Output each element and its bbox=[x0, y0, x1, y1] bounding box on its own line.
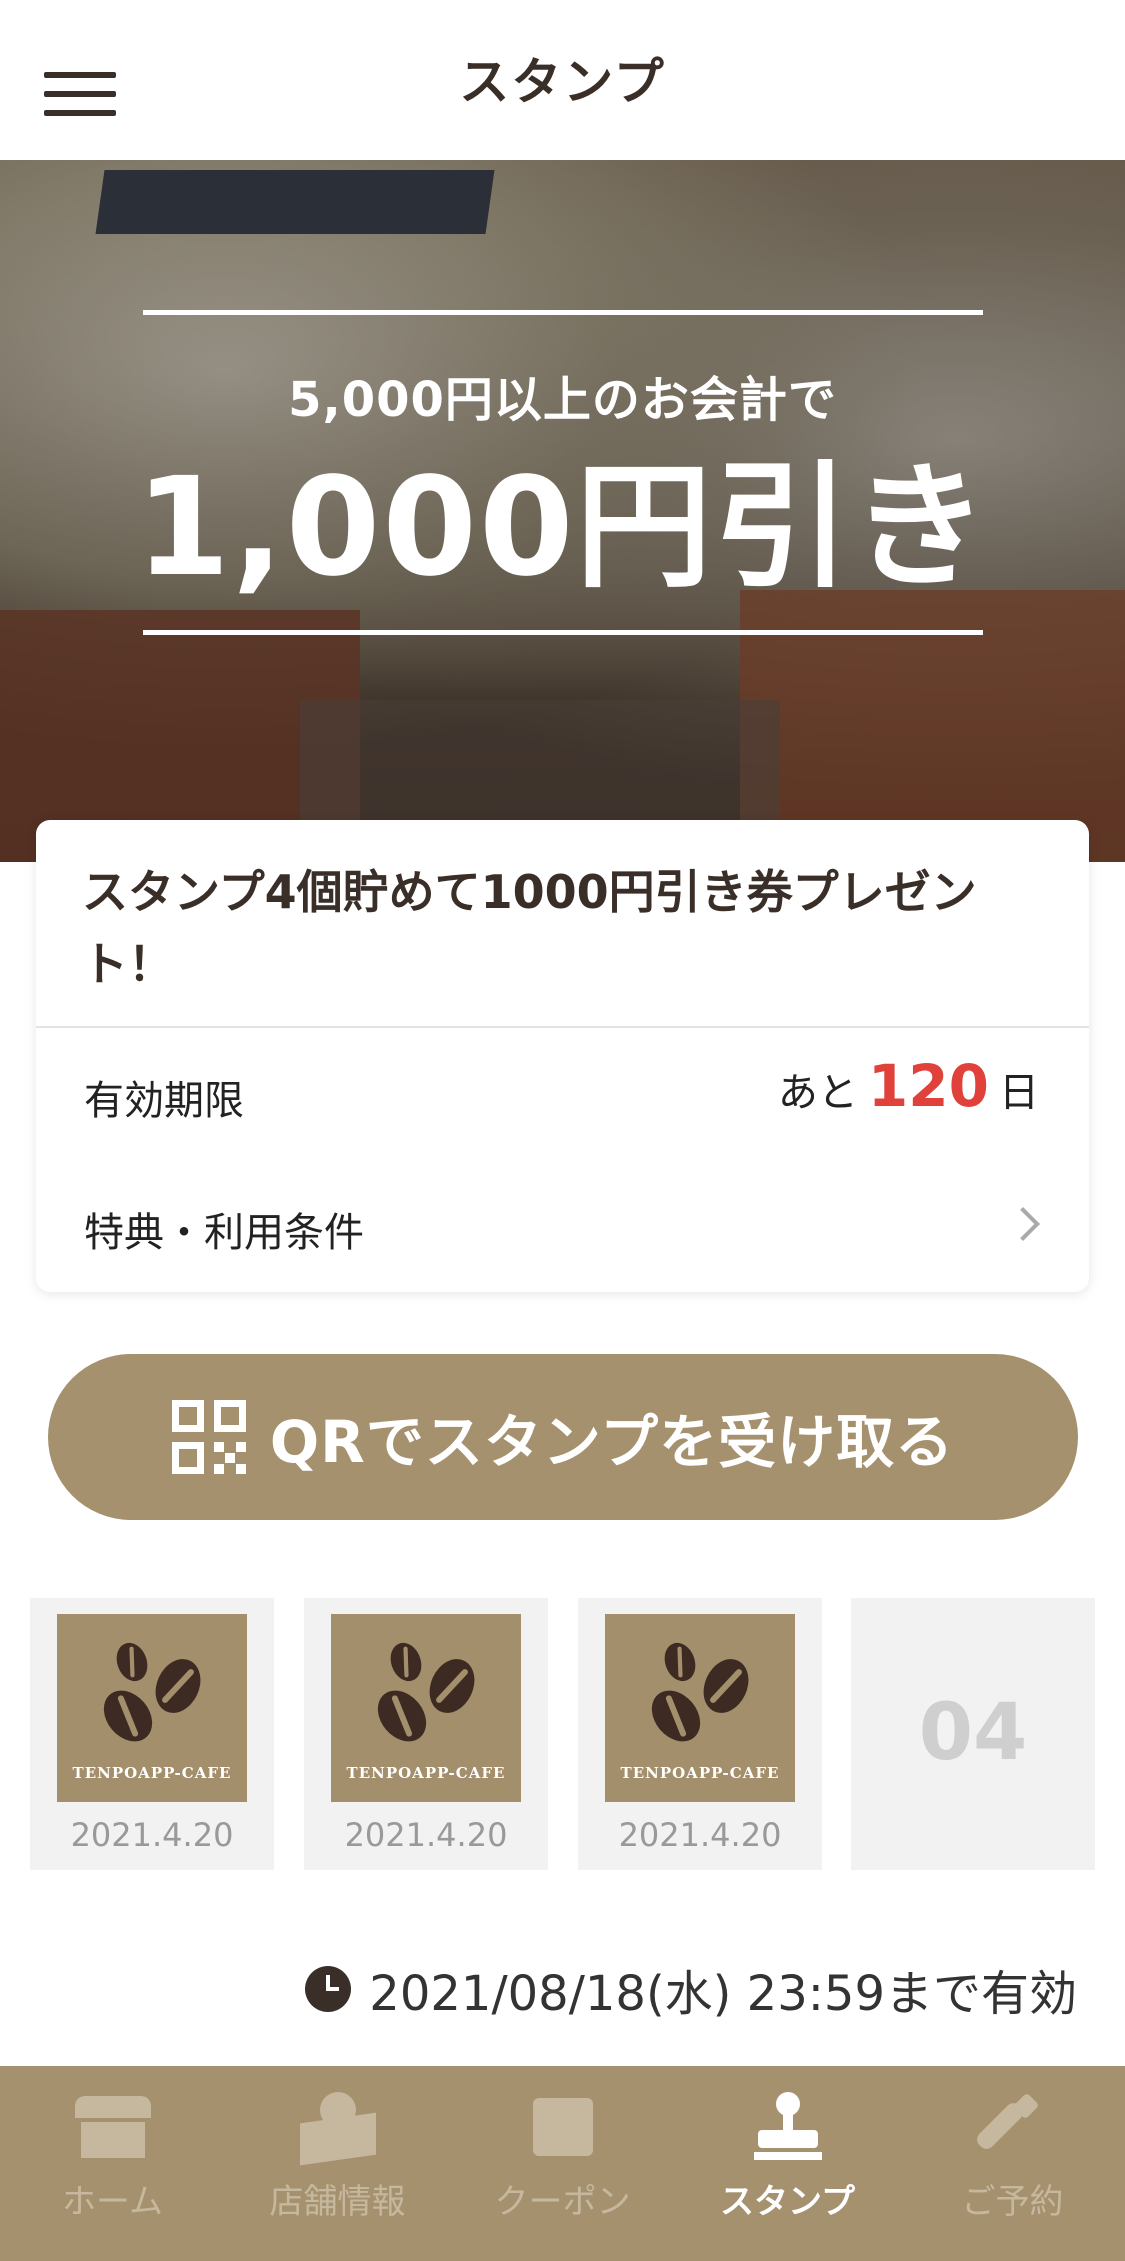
stamp-cafe-logo: TENPOAPP-CAFE bbox=[331, 1614, 521, 1802]
coffee-bean-icon bbox=[93, 1681, 163, 1751]
nav-label: クーポン bbox=[494, 2182, 631, 2222]
stamp-brand: TENPOAPP-CAFE bbox=[620, 1764, 780, 1782]
expiry-days: 120 bbox=[867, 1052, 989, 1120]
nav-item-store-info[interactable]: 店舗情報 bbox=[225, 2066, 450, 2261]
coffee-bean-icon bbox=[421, 1651, 483, 1721]
banner-subtitle: 5,000円以上のお会計で bbox=[288, 372, 837, 428]
stamp-number: 04 bbox=[918, 1688, 1028, 1778]
nav-label: ご予約 bbox=[961, 2182, 1064, 2222]
stamp-icon bbox=[748, 2092, 828, 2162]
nav-label: スタンプ bbox=[720, 2182, 855, 2222]
nav-label: 店舗情報 bbox=[269, 2182, 406, 2222]
divider bbox=[36, 1026, 1089, 1028]
stamp-brand: TENPOAPP-CAFE bbox=[72, 1764, 232, 1782]
validity-text: 2021/08/18(水) 23:59まで有効 bbox=[369, 1966, 1077, 2022]
stamp-date: 2021.4.20 bbox=[70, 1816, 234, 1854]
stamp-slot-1: TENPOAPP-CAFE 2021.4.20 bbox=[30, 1598, 274, 1870]
stamp-card-title: スタンプ4個貯めて1000円引き券プレゼント！ bbox=[82, 865, 977, 991]
receive-stamp-label: QRでスタンプを受け取る bbox=[269, 1408, 955, 1476]
shop-icon bbox=[73, 2092, 153, 2162]
map-pin-icon bbox=[298, 2084, 378, 2166]
promo-banner: 5,000円以上のお会計で 1,000円引き bbox=[0, 160, 1125, 862]
expiry-label: 有効期限 bbox=[84, 1078, 244, 1124]
nav-item-coupon[interactable]: クーポン bbox=[450, 2066, 675, 2261]
terms-link[interactable]: 特典・利用条件 bbox=[84, 1200, 364, 1258]
coffee-bean-icon bbox=[147, 1651, 209, 1721]
coupon-icon bbox=[523, 2092, 603, 2162]
menu-icon[interactable] bbox=[44, 72, 116, 116]
qr-code-icon bbox=[171, 1400, 246, 1474]
chevron-right-icon[interactable] bbox=[1006, 1207, 1040, 1241]
coffee-bean-icon bbox=[385, 1638, 427, 1686]
stamp-card-info: スタンプ4個貯めて1000円引き券プレゼント！ 有効期限 あと 120 日 特典… bbox=[36, 820, 1089, 1292]
coffee-bean-icon bbox=[695, 1651, 757, 1721]
stamp-cafe-logo: TENPOAPP-CAFE bbox=[605, 1614, 795, 1802]
clock-icon bbox=[305, 1966, 352, 2012]
stamp-date: 2021.4.20 bbox=[618, 1816, 782, 1854]
stamp-grid: TENPOAPP-CAFE 2021.4.20 TENPOAPP-CAFE 20… bbox=[30, 1598, 1095, 1870]
expiry-remaining: あと 120 日 bbox=[778, 1052, 1039, 1120]
stamp-brand: TENPOAPP-CAFE bbox=[346, 1764, 506, 1782]
banner-photo-sign bbox=[95, 170, 495, 234]
nav-item-reservation[interactable]: ご予約 bbox=[900, 2066, 1125, 2261]
expiry-suffix: 日 bbox=[999, 1070, 1039, 1116]
nav-item-stamp[interactable]: スタンプ bbox=[675, 2066, 900, 2261]
app-root: スタンプ 5,000円以上のお会計で 1,000円引き スタンプ4個貯めて100… bbox=[0, 0, 1125, 2261]
stamp-slot-3: TENPOAPP-CAFE 2021.4.20 bbox=[578, 1598, 822, 1870]
coffee-bean-icon bbox=[659, 1638, 701, 1686]
header: スタンプ bbox=[0, 0, 1125, 160]
nav-label: ホーム bbox=[62, 2182, 163, 2222]
nav-item-home[interactable]: ホーム bbox=[0, 2066, 225, 2261]
stamp-cafe-logo: TENPOAPP-CAFE bbox=[57, 1614, 247, 1802]
page-title: スタンプ bbox=[459, 53, 666, 111]
banner-divider-bottom bbox=[143, 630, 983, 635]
coffee-bean-icon bbox=[367, 1681, 437, 1751]
coffee-bean-icon bbox=[111, 1638, 153, 1686]
validity-info: 2021/08/18(水) 23:59まで有効 bbox=[305, 1954, 1077, 2024]
banner-headline: 1,000円引き bbox=[135, 449, 990, 607]
stamp-date: 2021.4.20 bbox=[344, 1816, 508, 1854]
banner-divider-top bbox=[143, 310, 983, 315]
bottom-nav: ホーム 店舗情報 クーポン スタンプ ご予約 bbox=[0, 2066, 1125, 2261]
receive-stamp-qr-button[interactable]: QRでスタンプを受け取る bbox=[48, 1354, 1078, 1520]
stamp-slot-4-empty: 04 bbox=[851, 1598, 1095, 1870]
expiry-prefix: あと bbox=[777, 1070, 858, 1116]
coffee-bean-icon bbox=[641, 1681, 711, 1751]
stamp-slot-2: TENPOAPP-CAFE 2021.4.20 bbox=[304, 1598, 548, 1870]
phone-icon bbox=[973, 2092, 1053, 2162]
